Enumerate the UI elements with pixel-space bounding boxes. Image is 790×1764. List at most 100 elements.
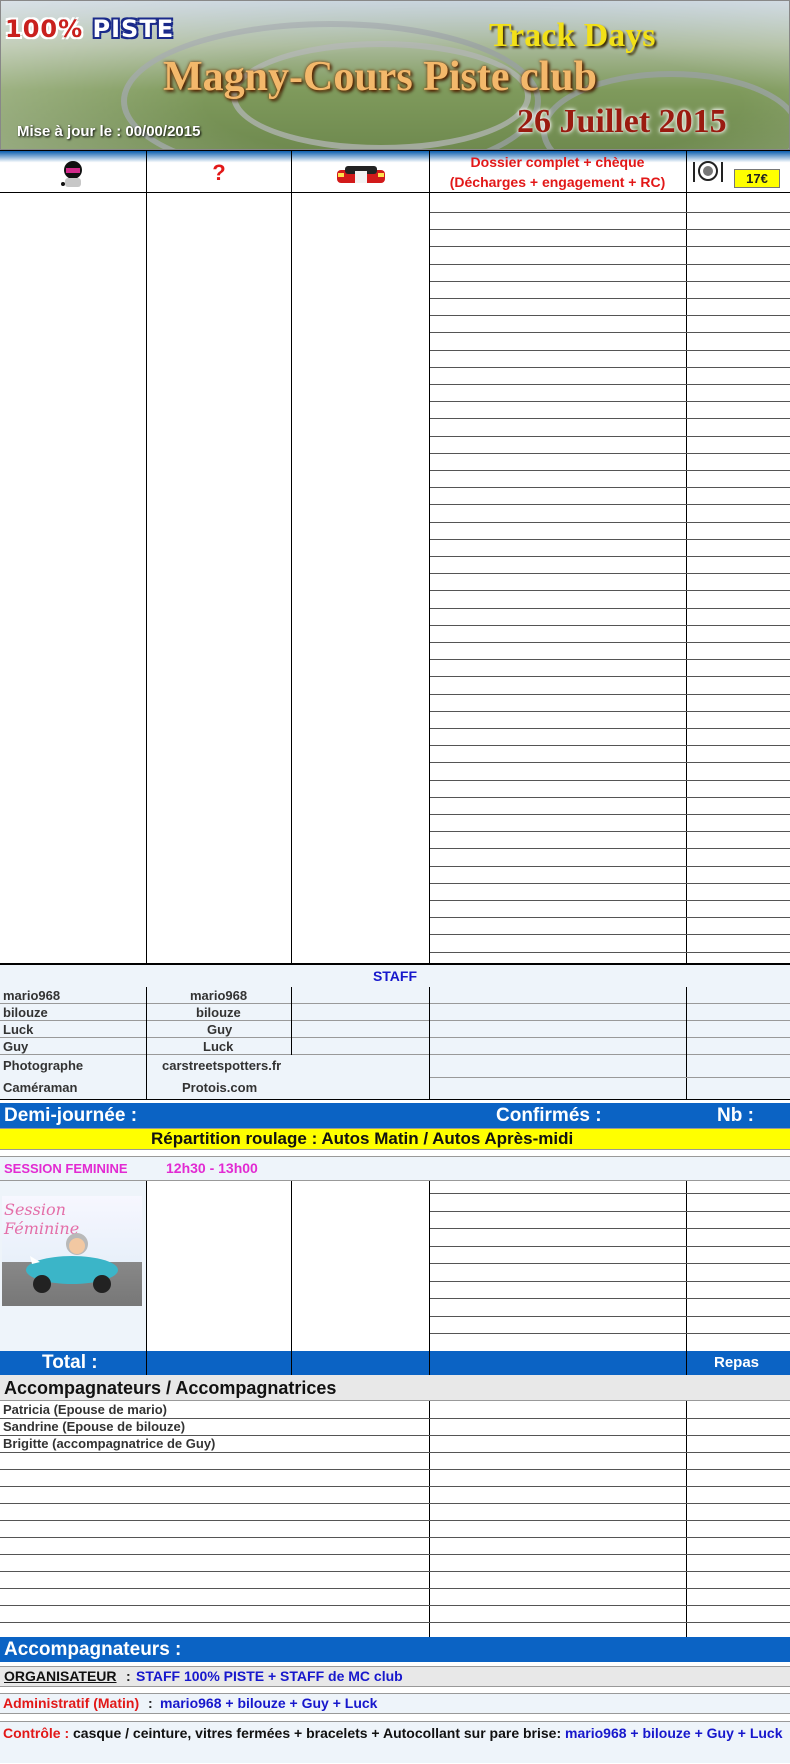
companion-item: Brigitte (accompagnatrice de Guy) bbox=[3, 1436, 216, 1451]
event-date: 26 Juillet 2015 bbox=[517, 103, 727, 140]
demi-journee-label: Demi-journée : bbox=[4, 1105, 138, 1126]
grid-line bbox=[430, 917, 790, 919]
organisateur-label: ORGANISATEUR bbox=[4, 1668, 117, 1684]
grid-line bbox=[430, 1210, 790, 1212]
staff-value: Luck bbox=[203, 1039, 234, 1054]
controle-names: mario968 + bilouze + Guy + Luck bbox=[565, 1725, 783, 1741]
kart-icon bbox=[26, 1233, 118, 1293]
brand-logo: 100% PISTE bbox=[5, 15, 175, 43]
admin-label: Administratif (Matin) bbox=[3, 1695, 140, 1711]
staff-name: Photographe bbox=[3, 1058, 84, 1073]
grid-line bbox=[430, 263, 790, 265]
grid-line bbox=[0, 1503, 790, 1504]
grid-line bbox=[430, 573, 790, 575]
grid-line bbox=[430, 1333, 790, 1334]
staff-value: Guy bbox=[207, 1022, 233, 1037]
grid-line bbox=[430, 1280, 790, 1282]
nb-label: Nb : bbox=[717, 1105, 754, 1126]
grid-line bbox=[0, 1486, 790, 1487]
confirmes-label: Confirmés : bbox=[496, 1105, 602, 1126]
organisateur-row: ORGANISATEUR : STAFF 100% PISTE + STAFF … bbox=[0, 1666, 790, 1687]
session-grid: Session Féminine bbox=[0, 1181, 790, 1351]
helmet-icon bbox=[0, 151, 146, 192]
grid-line bbox=[0, 1418, 790, 1419]
session-label: SESSION FEMININE bbox=[4, 1161, 128, 1176]
grid-line bbox=[430, 349, 790, 351]
grid-line bbox=[430, 693, 790, 695]
grid-line bbox=[430, 229, 790, 231]
grid-line bbox=[0, 1537, 790, 1538]
grid-line bbox=[430, 332, 790, 334]
cutlery-icon bbox=[691, 160, 725, 187]
admin-sep: : bbox=[148, 1695, 153, 1711]
grid-line bbox=[430, 1298, 790, 1299]
staff-row: bilouze bilouze bbox=[0, 1004, 790, 1021]
grid-line bbox=[430, 384, 790, 385]
update-date: Mise à jour le : 00/00/2015 bbox=[17, 123, 201, 140]
staff-list: mario968 mario968 bilouze bilouze Luck G… bbox=[0, 987, 790, 1099]
grid-line bbox=[430, 1193, 790, 1194]
grid-line bbox=[430, 504, 790, 506]
staff-row: Guy Luck bbox=[0, 1038, 790, 1055]
participants-grid bbox=[0, 193, 790, 963]
grid-line bbox=[430, 246, 790, 248]
grid-line bbox=[430, 212, 790, 213]
accompagnateurs-grid: Patricia (Epouse de mario) Sandrine (Epo… bbox=[0, 1401, 790, 1637]
question-mark-icon: ? bbox=[212, 160, 226, 185]
controle-text-block: Contrôle : casque / ceinture, vitres fer… bbox=[3, 1724, 787, 1743]
grid-line bbox=[430, 659, 790, 661]
grid-line bbox=[430, 745, 790, 747]
grid-line bbox=[430, 728, 790, 729]
session-feminine-badge: Session Féminine bbox=[2, 1196, 142, 1306]
total-label: Total : bbox=[42, 1352, 98, 1373]
session-time: 12h30 - 13h00 bbox=[166, 1160, 258, 1176]
grid-line bbox=[0, 1588, 790, 1589]
accompagnateurs-title: Accompagnateurs / Accompagnatrices bbox=[4, 1378, 337, 1398]
grid-line bbox=[430, 882, 790, 884]
grid-line bbox=[430, 865, 790, 867]
grid-line bbox=[430, 435, 790, 437]
grid-line bbox=[430, 521, 790, 523]
grid-line bbox=[430, 1263, 790, 1264]
staff-row: Photographe carstreetspotters.fr bbox=[0, 1055, 790, 1077]
grid-line bbox=[0, 1469, 790, 1470]
grid-line bbox=[0, 1571, 790, 1572]
accompagnateurs-footer-label: Accompagnateurs : bbox=[4, 1639, 182, 1660]
repartition-label: Répartition roulage : Autos Matin / Auto… bbox=[151, 1129, 574, 1148]
grid-line bbox=[430, 452, 790, 454]
staff-value: bilouze bbox=[196, 1005, 241, 1020]
grid-line bbox=[430, 1245, 790, 1247]
companion-item: Sandrine (Epouse de bilouze) bbox=[3, 1419, 186, 1434]
grid-line bbox=[430, 366, 790, 368]
organisateur-sep: : bbox=[126, 1668, 131, 1684]
staff-value: carstreetspotters.fr bbox=[162, 1058, 282, 1073]
staff-name: Luck bbox=[3, 1022, 34, 1037]
accompagnateurs-bar: Accompagnateurs : bbox=[0, 1637, 790, 1662]
grid-line bbox=[430, 624, 790, 626]
staff-title: STAFF bbox=[372, 968, 418, 984]
dossier-line2: (Décharges + engagement + RC) bbox=[449, 174, 666, 190]
controle-text: casque / ceinture, vitres fermées + brac… bbox=[73, 1725, 562, 1741]
staff-row: mario968 mario968 bbox=[0, 987, 790, 1004]
table-header: ? Dossier complet + chèque (Décharges + … bbox=[0, 150, 790, 194]
demi-journee-bar: Demi-journée : Confirmés : Nb : bbox=[0, 1103, 790, 1128]
total-bar: Total : Repas bbox=[0, 1351, 790, 1375]
dossier-header: Dossier complet + chèque (Décharges + en… bbox=[430, 151, 685, 192]
grid-line bbox=[430, 779, 790, 781]
grid-line bbox=[430, 607, 790, 609]
banner: 100% PISTE Track Days Magny-Cours Piste … bbox=[0, 0, 790, 150]
grid-line bbox=[430, 676, 790, 678]
grid-line bbox=[430, 470, 790, 471]
grid-line bbox=[430, 831, 790, 833]
grid-line bbox=[430, 487, 790, 489]
administratif-row: Administratif (Matin) : mario968 + bilou… bbox=[0, 1693, 790, 1714]
staff-row: Caméraman Protois.com bbox=[0, 1077, 790, 1099]
controle-label: Contrôle : bbox=[3, 1725, 70, 1741]
grid-line bbox=[430, 1228, 790, 1229]
track-day-sheet: 100% PISTE Track Days Magny-Cours Piste … bbox=[0, 0, 790, 1764]
grid-line bbox=[430, 642, 790, 643]
meal-header: 17€ bbox=[686, 151, 790, 192]
staff-value: Protois.com bbox=[182, 1080, 258, 1095]
grid-line bbox=[430, 401, 790, 403]
grid-line bbox=[430, 710, 790, 712]
